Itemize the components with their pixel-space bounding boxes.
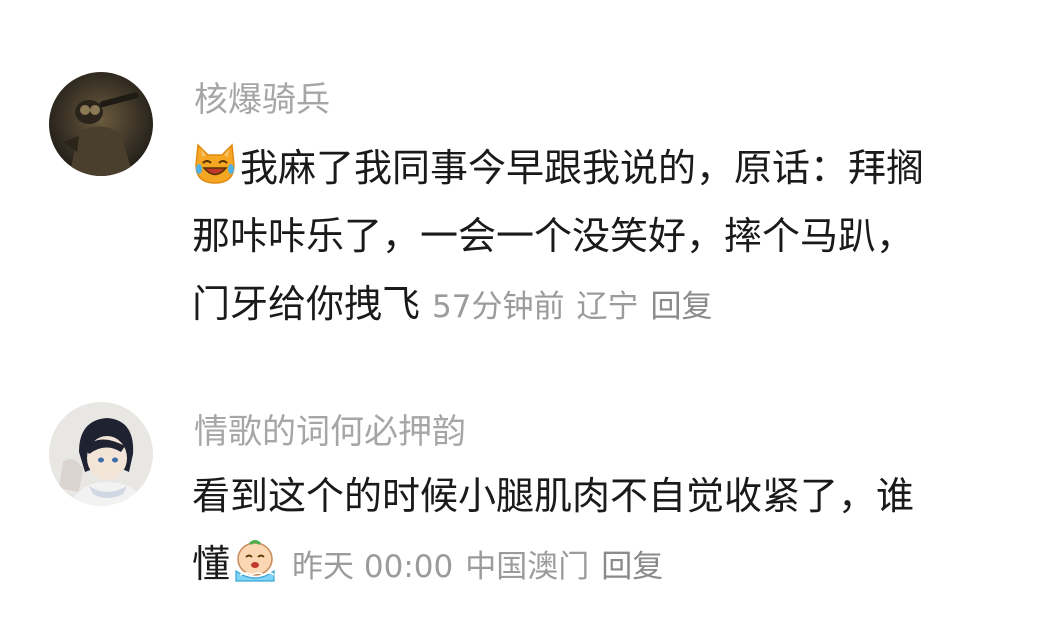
username[interactable]: 情歌的词何必押韵 [194,412,466,452]
reply-button[interactable]: 回复 [601,549,663,585]
crying-face-emoji [235,540,275,582]
avatar[interactable] [49,402,153,506]
username[interactable]: 核爆骑兵 [194,80,330,120]
comment-text-line: 我麻了我同事今早跟我说的，原话：拜搁 [240,146,925,190]
comment-line: 懂 昨天 00:00 中国澳门 回复 [192,530,1012,601]
comment-item: 情歌的词何必押韵 看到这个的时候小腿肌肉不自觉收紧了，谁 懂 昨天 00:00 中… [0,360,1060,624]
comment-text-line: 懂 [192,542,231,586]
reply-button[interactable]: 回复 [650,289,712,325]
comment-item: 核爆骑兵 我麻了我同事今早跟我说的，原话：拜搁 那咔咔乐了，一会一个没笑好，摔个… [0,0,1060,360]
comment-location: 中国澳门 [465,549,590,585]
comment-line: 门牙给你拽飞 57分钟前 辽宁 回复 [192,270,1012,341]
comment-text: 我麻了我同事今早跟我说的，原话：拜搁 那咔咔乐了，一会一个没笑好，摔个马趴， 门… [192,134,1012,341]
comment-line: 看到这个的时候小腿肌肉不自觉收紧了，谁 [192,462,1012,530]
comment-location: 辽宁 [576,289,639,325]
comment-text-line: 看到这个的时候小腿肌肉不自觉收紧了，谁 [192,474,915,518]
comment-text-line: 门牙给你拽飞 [192,282,421,326]
comment-line: 那咔咔乐了，一会一个没笑好，摔个马趴， [192,202,1012,270]
comment-text-line: 那咔咔乐了，一会一个没笑好，摔个马趴， [192,214,915,258]
comment-meta: 57分钟前 辽宁 回复 [432,289,712,325]
cat-laughing-emoji [195,143,235,184]
comment-line: 我麻了我同事今早跟我说的，原话：拜搁 [192,134,1012,202]
comment-text: 看到这个的时候小腿肌肉不自觉收紧了，谁 懂 昨天 00:00 中国澳门 回复 [192,462,1012,601]
comment-time: 昨天 00:00 [292,549,454,585]
avatar[interactable] [49,72,153,176]
comment-time: 57分钟前 [432,289,565,325]
comment-meta: 昨天 00:00 中国澳门 回复 [292,549,663,585]
